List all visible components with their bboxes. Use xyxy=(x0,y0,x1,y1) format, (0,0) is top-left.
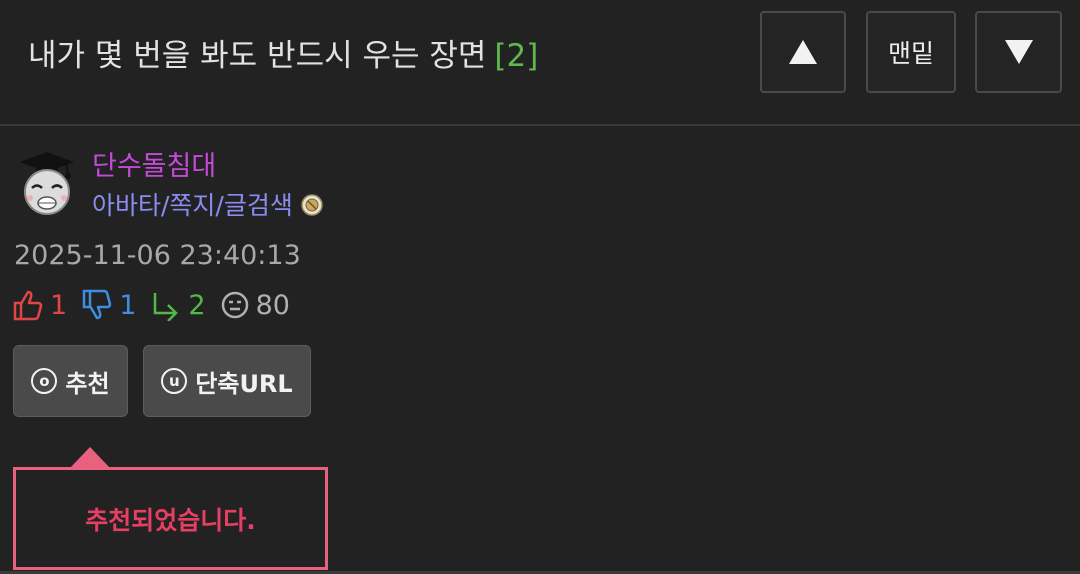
avatar[interactable] xyxy=(16,148,78,218)
member-badge-icon xyxy=(301,193,323,216)
triangle-down-icon xyxy=(1004,40,1033,64)
thumbs-up-icon xyxy=(13,290,43,321)
reply-count: 2 xyxy=(188,289,206,321)
downvote-stat: 1 xyxy=(81,289,136,321)
view-stat: 80 xyxy=(220,290,290,321)
post-timestamp: 2025-11-06 23:40:13 xyxy=(14,240,301,271)
author-links-text[interactable]: 아바타/쪽지/글검색 xyxy=(92,186,293,222)
reply-arrow-icon xyxy=(154,293,179,321)
short-url-button[interactable]: u 단축URL xyxy=(143,345,311,417)
short-url-icon: u xyxy=(161,368,188,394)
post-stats: 1 1 2 80 xyxy=(12,287,304,323)
post-header: 내가 몇 번을 봐도 반드시 우는 장면 [2] 맨밑 xyxy=(0,0,1080,126)
reply-stat: 2 xyxy=(150,289,206,321)
recommend-button[interactable]: o 추천 xyxy=(13,345,128,417)
recommend-label: 추천 xyxy=(65,369,110,398)
popup-arrow xyxy=(70,447,110,468)
thumbs-down-icon xyxy=(82,289,112,320)
upvote-count: 1 xyxy=(50,289,68,321)
avatar-graduation-cap-icon xyxy=(20,152,74,215)
author-links[interactable]: 아바타/쪽지/글검색 xyxy=(92,186,323,222)
scroll-top-button[interactable] xyxy=(760,11,846,93)
short-url-label: 단축URL xyxy=(195,369,293,398)
comment-count[interactable]: [2] xyxy=(494,38,538,74)
face-view-icon xyxy=(221,291,248,319)
popup-message: 추천되었습니다. xyxy=(85,505,256,535)
scroll-bottom-button[interactable]: 맨밑 xyxy=(866,11,956,93)
upvote-stat: 1 xyxy=(12,289,67,321)
next-post-button[interactable] xyxy=(975,11,1062,93)
author-name[interactable]: 단수돌침대 xyxy=(92,144,216,183)
view-count: 80 xyxy=(255,289,290,321)
page-title: 내가 몇 번을 봐도 반드시 우는 장면 [2] xyxy=(28,30,538,75)
triangle-up-icon xyxy=(789,40,817,64)
post-title: 내가 몇 번을 봐도 반드시 우는 장면 xyxy=(28,38,487,74)
downvote-count: 1 xyxy=(119,289,137,321)
recommend-confirmation-popup: 추천되었습니다. xyxy=(13,467,328,570)
recommend-icon: o xyxy=(31,368,58,394)
